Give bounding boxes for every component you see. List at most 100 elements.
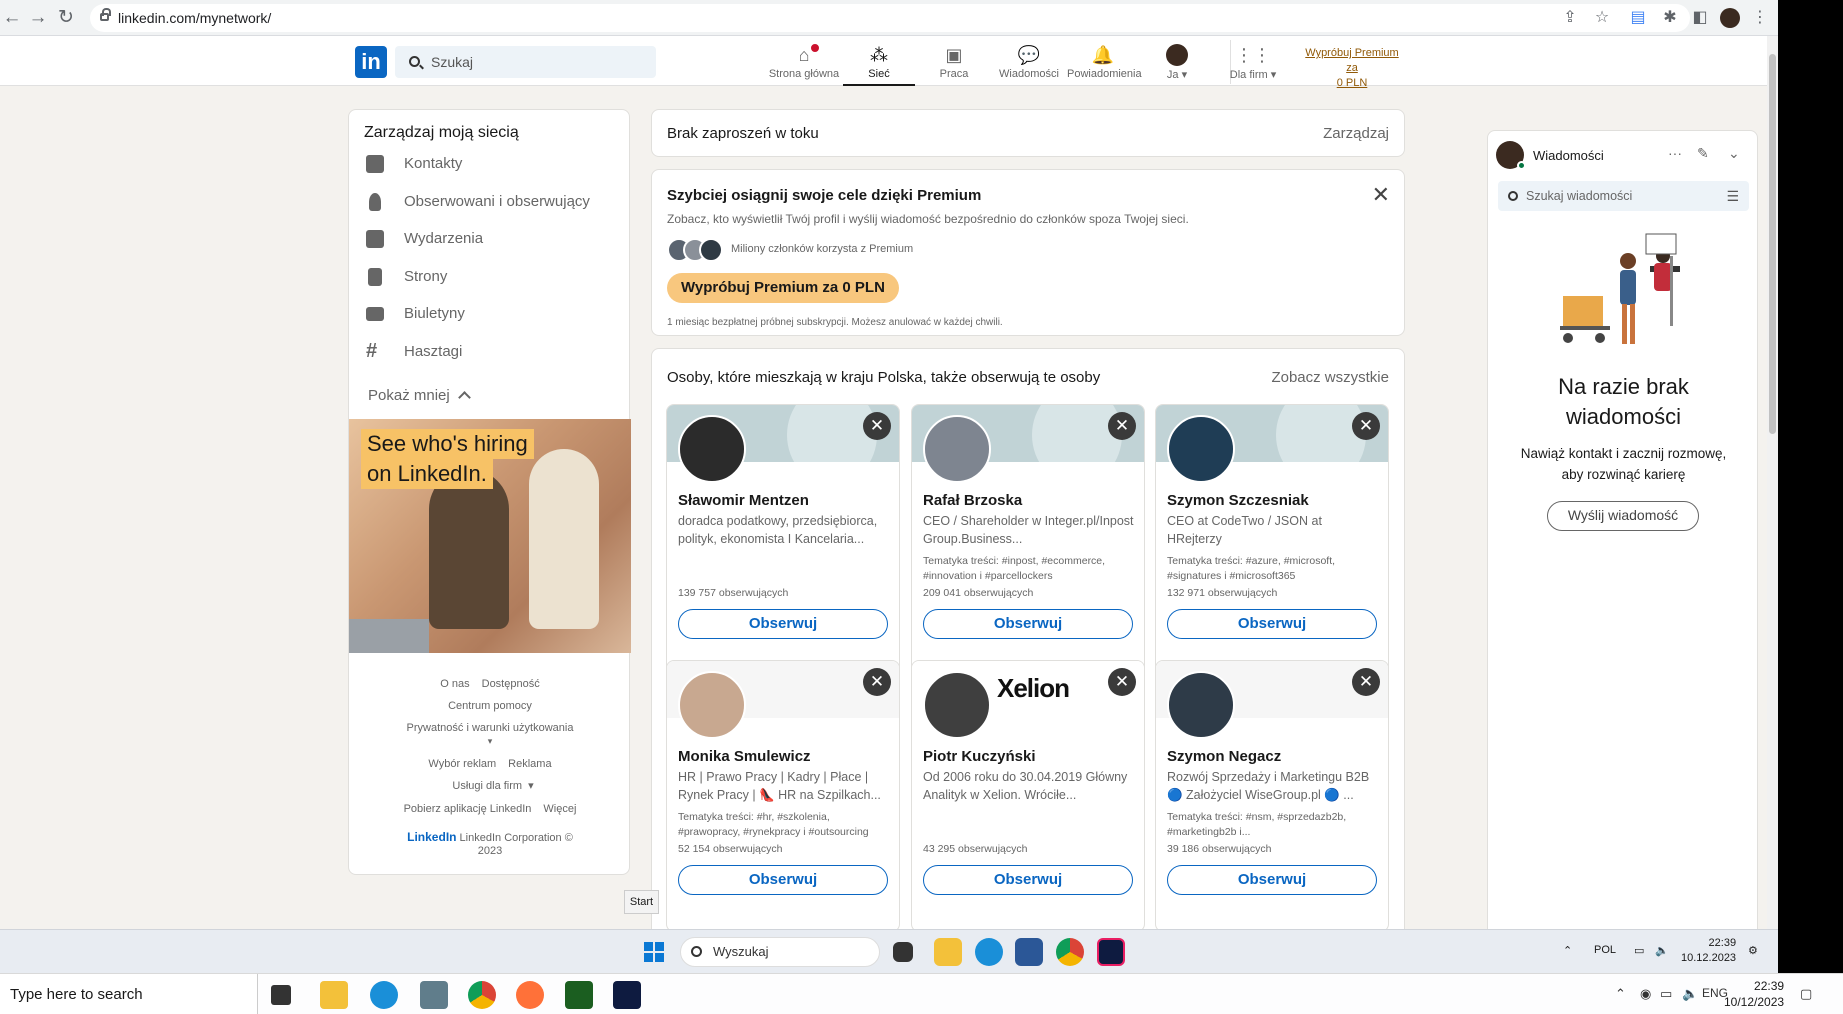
- follow-button[interactable]: Obserwuj: [923, 609, 1133, 639]
- close-icon[interactable]: ✕: [1372, 182, 1390, 208]
- send-message-button[interactable]: Wyślij wiadomość: [1547, 501, 1699, 531]
- messaging-title[interactable]: Wiadomości: [1533, 148, 1604, 163]
- store-icon[interactable]: [1015, 938, 1043, 966]
- close-icon[interactable]: ✕: [1108, 412, 1136, 440]
- try-premium-link[interactable]: Wypróbuj Premium za 0 PLN: [1298, 46, 1406, 91]
- nav-for-business[interactable]: ⋮⋮ Dla firm ▾: [1218, 40, 1288, 86]
- follow-button[interactable]: Obserwuj: [1167, 609, 1377, 639]
- avatar[interactable]: [923, 671, 991, 739]
- taskbar-search-input[interactable]: Wyszukaj: [680, 937, 880, 967]
- avatar[interactable]: [1167, 671, 1235, 739]
- chrome-icon[interactable]: [1056, 938, 1084, 966]
- sidepanel-icon[interactable]: ◧: [1690, 8, 1710, 28]
- person-name[interactable]: Piotr Kuczyński: [923, 748, 1036, 765]
- filter-icon[interactable]: ☰: [1726, 181, 1739, 211]
- volume-icon[interactable]: 🔈: [1682, 986, 1698, 1002]
- notification-icon[interactable]: ▢: [1800, 986, 1812, 1002]
- see-all-button[interactable]: Zobacz wszystkie: [1271, 369, 1389, 386]
- person-name[interactable]: Szymon Szczesniak: [1167, 492, 1309, 509]
- notification-icon[interactable]: ⚙: [1748, 944, 1758, 957]
- teamviewer-icon[interactable]: [613, 981, 641, 1009]
- task-view-icon[interactable]: [893, 942, 913, 962]
- chrome-icon[interactable]: [468, 981, 496, 1009]
- compose-icon[interactable]: ✎: [1697, 145, 1709, 162]
- share-icon[interactable]: ⇪: [1560, 8, 1580, 28]
- nav-jobs[interactable]: ▣ Praca: [918, 40, 990, 86]
- windows-start-icon[interactable]: [644, 942, 664, 962]
- sidebar-item-pages[interactable]: Strony: [364, 261, 624, 293]
- bookmark-star-icon[interactable]: ☆: [1592, 8, 1612, 28]
- nav-network[interactable]: ⁂ Sieć: [843, 40, 915, 86]
- close-icon[interactable]: ✕: [1352, 412, 1380, 440]
- ad-banner[interactable]: See who's hiring on LinkedIn.: [349, 419, 631, 653]
- close-icon[interactable]: ✕: [1352, 668, 1380, 696]
- follow-button[interactable]: Obserwuj: [678, 865, 888, 895]
- network-icon[interactable]: ▭: [1660, 986, 1672, 1002]
- nav-notifications[interactable]: 🔔 Powiadomienia: [1067, 40, 1142, 86]
- firefox-icon[interactable]: [516, 981, 544, 1009]
- more-icon[interactable]: ···: [1668, 145, 1682, 161]
- manage-button[interactable]: Zarządzaj: [1323, 125, 1389, 142]
- person-card[interactable]: Xelion ✕ Piotr Kuczyński Od 2006 roku do…: [911, 660, 1145, 929]
- sidebar-item-following[interactable]: Obserwowani i obserwujący: [364, 186, 624, 218]
- volume-icon[interactable]: 🔈: [1655, 944, 1669, 957]
- person-card[interactable]: ✕ Szymon Szczesniak CEO at CodeTwo / JSO…: [1155, 404, 1389, 676]
- chevron-up-icon[interactable]: ⌃: [1615, 986, 1626, 1002]
- close-icon[interactable]: ✕: [863, 668, 891, 696]
- close-icon[interactable]: ✕: [863, 412, 891, 440]
- scrollbar-thumb[interactable]: [1769, 54, 1776, 434]
- person-card[interactable]: ✕ Sławomir Mentzen doradca podatkowy, pr…: [666, 404, 900, 676]
- footer-link-privacy[interactable]: Prywatność i warunki użytkowania: [407, 722, 574, 734]
- person-card[interactable]: ✕ Szymon Negacz Rozwój Sprzedaży i Marke…: [1155, 660, 1389, 929]
- footer-link-accessibility[interactable]: Dostępność: [482, 678, 540, 690]
- footer-link-app[interactable]: Pobierz aplikację LinkedIn: [404, 803, 532, 815]
- person-card[interactable]: ✕ Rafał Brzoska CEO / Shareholder w Inte…: [911, 404, 1145, 676]
- person-name[interactable]: Szymon Negacz: [1167, 748, 1281, 765]
- file-explorer-icon[interactable]: [934, 938, 962, 966]
- sidebar-item-events[interactable]: Wydarzenia: [364, 223, 624, 255]
- try-premium-button[interactable]: Wypróbuj Premium za 0 PLN: [667, 273, 899, 303]
- file-explorer-icon[interactable]: [320, 981, 348, 1009]
- menu-icon[interactable]: ⋮: [1750, 8, 1770, 28]
- follow-button[interactable]: Obserwuj: [1167, 865, 1377, 895]
- person-name[interactable]: Sławomir Mentzen: [678, 492, 809, 509]
- show-less-button[interactable]: Pokaż mniej: [368, 387, 471, 404]
- forward-icon[interactable]: →: [26, 6, 50, 30]
- edge-icon[interactable]: [370, 981, 398, 1009]
- follow-button[interactable]: Obserwuj: [678, 609, 888, 639]
- avatar[interactable]: [678, 415, 746, 483]
- avatar[interactable]: [1167, 415, 1235, 483]
- footer-link-help[interactable]: Centrum pomocy: [448, 700, 532, 712]
- footer-link-more[interactable]: Więcej: [543, 803, 576, 815]
- language-indicator[interactable]: POL: [1594, 944, 1616, 956]
- footer-link-business[interactable]: Usługi dla firm: [452, 780, 522, 792]
- calculator-icon[interactable]: [420, 981, 448, 1009]
- back-icon[interactable]: ←: [0, 6, 24, 30]
- translate-icon[interactable]: ▤: [1628, 8, 1648, 28]
- message-search-input[interactable]: Szukaj wiadomości ☰: [1498, 181, 1749, 211]
- chevron-down-icon[interactable]: ▾: [349, 734, 631, 749]
- profile-avatar[interactable]: [1720, 8, 1740, 28]
- person-name[interactable]: Monika Smulewicz: [678, 748, 811, 765]
- sidebar-item-contacts[interactable]: Kontakty: [364, 148, 624, 180]
- footer-link-advertising[interactable]: Reklama: [508, 758, 551, 770]
- network-icon[interactable]: ▭: [1634, 944, 1644, 957]
- app-icon[interactable]: [565, 981, 593, 1009]
- avatar[interactable]: [678, 671, 746, 739]
- nav-home[interactable]: ⌂ Strona główna: [768, 40, 840, 86]
- follow-button[interactable]: Obserwuj: [923, 865, 1133, 895]
- linkedin-logo[interactable]: in: [355, 46, 387, 78]
- page-scrollbar[interactable]: [1767, 36, 1778, 929]
- taskbar-clock[interactable]: 22:39 10/12/2023: [1724, 978, 1784, 1010]
- avatar[interactable]: [923, 415, 991, 483]
- person-card[interactable]: ✕ Monika Smulewicz HR | Prawo Pracy | Ka…: [666, 660, 900, 929]
- extensions-icon[interactable]: ✱: [1660, 8, 1680, 28]
- nav-me[interactable]: Ja ▾: [1141, 40, 1213, 86]
- search-input[interactable]: Szukaj: [395, 46, 656, 78]
- sidebar-item-newsletters[interactable]: Biuletyny: [364, 298, 624, 330]
- sidebar-item-hashtags[interactable]: # Hasztagi: [364, 336, 624, 368]
- task-view-icon[interactable]: [271, 985, 291, 1005]
- footer-link-about[interactable]: O nas: [440, 678, 469, 690]
- person-name[interactable]: Rafał Brzoska: [923, 492, 1022, 509]
- reload-icon[interactable]: ↻: [54, 6, 78, 30]
